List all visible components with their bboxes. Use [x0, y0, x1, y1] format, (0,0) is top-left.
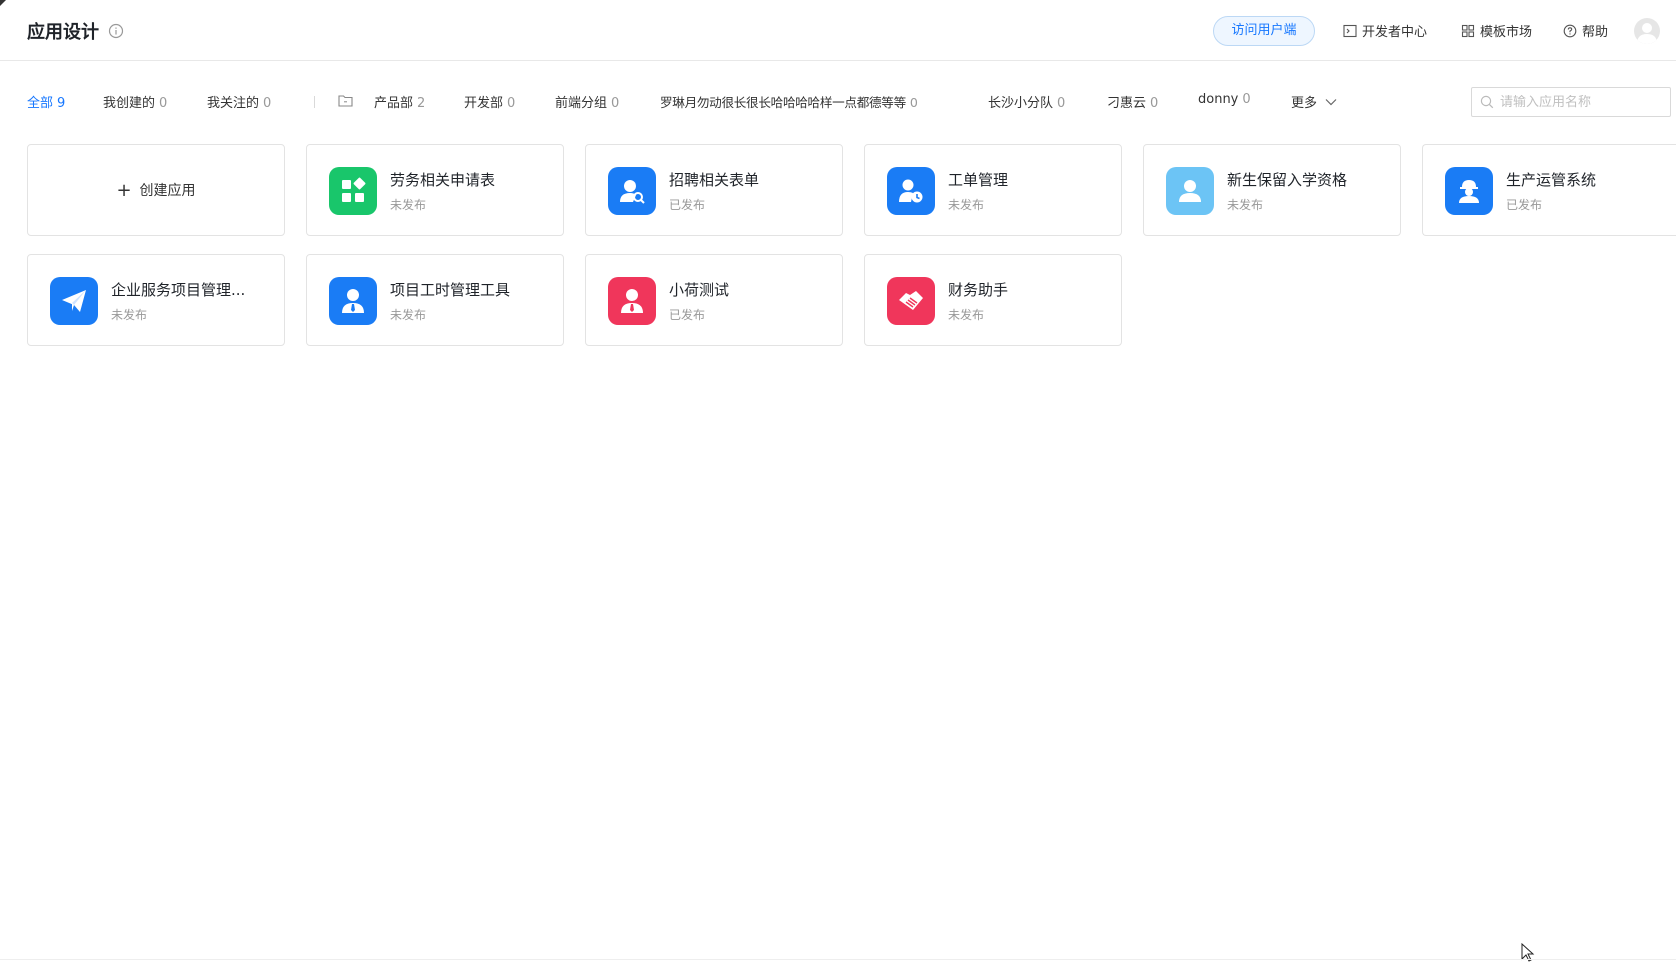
visit-user-portal-button[interactable]: 访问用户端 — [1213, 16, 1315, 46]
grid-icon — [329, 167, 377, 215]
app-card[interactable]: 项目工时管理工具 未发布 — [306, 254, 564, 346]
person-clock-icon — [887, 167, 935, 215]
app-card[interactable]: 工单管理 未发布 — [864, 144, 1122, 236]
developer-center-link[interactable]: 开发者中心 — [1343, 21, 1427, 40]
person-tie-icon — [329, 277, 377, 325]
app-status: 未发布 — [1227, 198, 1264, 212]
help-label: 帮助 — [1582, 25, 1609, 40]
tab-frontend-group[interactable]: 前端分组 0 — [555, 92, 619, 111]
tab-divider — [314, 96, 315, 108]
app-card[interactable]: 小荷测试 已发布 — [585, 254, 843, 346]
app-search-box — [1471, 87, 1671, 117]
person-search-icon — [608, 167, 656, 215]
person-tie-icon — [608, 277, 656, 325]
app-status: 未发布 — [948, 308, 985, 322]
app-card[interactable]: 企业服务项目管理... 未发布 — [27, 254, 285, 346]
app-name: 财务助手 — [948, 281, 1009, 299]
tab-long-group[interactable]: 罗琳月勿动很长很长哈哈哈哈样一点都德等等 0 — [660, 92, 918, 111]
page-title: 应用设计 — [27, 22, 99, 43]
help-icon — [1563, 24, 1577, 37]
tab-count: 0 — [909, 95, 918, 110]
tab-count: 9 — [57, 96, 66, 111]
avatar-person-icon — [1637, 23, 1657, 44]
template-market-label: 模板市场 — [1480, 25, 1533, 40]
template-market-link[interactable]: 模板市场 — [1461, 21, 1532, 40]
more-dropdown[interactable]: 更多 — [1291, 92, 1337, 111]
app-name: 劳务相关申请表 — [390, 171, 496, 189]
paper-plane-icon — [50, 277, 98, 325]
app-name: 项目工时管理工具 — [390, 281, 511, 299]
tab-count: 0 — [159, 96, 168, 111]
app-status: 未发布 — [948, 198, 985, 212]
tab-label: 前端分组 — [555, 96, 608, 111]
tab-created-by-me[interactable]: 我创建的 0 — [103, 92, 167, 111]
tab-diao-huiyun[interactable]: 刁惠云 0 — [1107, 92, 1158, 111]
create-app-label: 创建应用 — [139, 183, 196, 199]
app-name: 招聘相关表单 — [669, 171, 760, 189]
app-status: 已发布 — [669, 308, 706, 322]
tab-product-dept[interactable]: 产品部 2 — [374, 92, 425, 111]
tab-count: 2 — [417, 96, 426, 111]
tab-count: 0 — [507, 96, 516, 111]
app-status: 未发布 — [111, 308, 148, 322]
bottom-divider — [0, 959, 1676, 960]
tab-label: donny — [1198, 92, 1239, 107]
app-card[interactable]: 劳务相关申请表 未发布 — [306, 144, 564, 236]
app-status: 未发布 — [390, 198, 427, 212]
tab-label: 全部 — [27, 96, 54, 111]
app-card[interactable]: 财务助手 未发布 — [864, 254, 1122, 346]
app-name: 小荷测试 — [669, 281, 730, 299]
app-name: 工单管理 — [948, 171, 1009, 189]
app-status: 已发布 — [1506, 198, 1543, 212]
tab-label: 产品部 — [374, 96, 414, 111]
tab-count: 0 — [263, 96, 272, 111]
app-card[interactable]: 招聘相关表单 已发布 — [585, 144, 843, 236]
tab-label: 我创建的 — [103, 96, 156, 111]
chevron-down-icon — [1325, 98, 1337, 105]
tab-label: 开发部 — [464, 96, 504, 111]
tab-count: 0 — [1242, 92, 1251, 107]
handshake-icon — [887, 277, 935, 325]
tab-count: 0 — [1150, 96, 1159, 111]
tab-count: 0 — [1057, 96, 1066, 111]
app-status: 未发布 — [390, 308, 427, 322]
window-corner — [0, 0, 6, 6]
tab-dev-dept[interactable]: 开发部 0 — [464, 92, 515, 111]
info-icon[interactable] — [108, 23, 124, 39]
folder-icon — [338, 95, 353, 107]
tab-label: 罗琳月勿动很长很长哈哈哈哈样一点都德等等 — [660, 95, 906, 110]
search-icon — [1480, 95, 1494, 109]
tab-label: 我关注的 — [207, 96, 260, 111]
more-label: 更多 — [1291, 96, 1318, 111]
tab-label: 长沙小分队 — [988, 96, 1054, 111]
user-avatar[interactable] — [1634, 18, 1660, 44]
tab-donny[interactable]: donny 0 — [1198, 92, 1251, 107]
app-name: 生产运管系统 — [1506, 171, 1597, 189]
tab-label: 刁惠云 — [1107, 96, 1147, 111]
apps-grid-icon — [1461, 24, 1475, 37]
tab-all[interactable]: 全部 9 — [27, 92, 65, 111]
top-bar: 应用设计 访问用户端 开发者中心 模板市场 帮助 — [0, 0, 1676, 61]
filter-tabs: 全部 9 我创建的 0 我关注的 0 产品部 2 开发部 0 前端分组 0 罗琳月勿动很长很… — [0, 88, 1676, 114]
tab-changsha-team[interactable]: 长沙小分队 0 — [988, 92, 1065, 111]
tab-followed[interactable]: 我关注的 0 — [207, 92, 271, 111]
app-status: 已发布 — [669, 198, 706, 212]
help-link[interactable]: 帮助 — [1563, 21, 1608, 40]
worker-icon — [1445, 167, 1493, 215]
plus-icon: + — [116, 179, 132, 201]
app-name: 企业服务项目管理... — [111, 281, 246, 299]
create-app-card[interactable]: + 创建应用 — [27, 144, 285, 236]
terminal-icon — [1343, 24, 1357, 37]
developer-center-label: 开发者中心 — [1362, 25, 1428, 40]
person-icon — [1166, 167, 1214, 215]
app-card[interactable]: 生产运管系统 已发布 — [1422, 144, 1676, 236]
app-search-input[interactable] — [1500, 94, 1660, 110]
app-card[interactable]: 新生保留入学资格 未发布 — [1143, 144, 1401, 236]
tab-count: 0 — [611, 96, 620, 111]
app-name: 新生保留入学资格 — [1227, 171, 1348, 189]
